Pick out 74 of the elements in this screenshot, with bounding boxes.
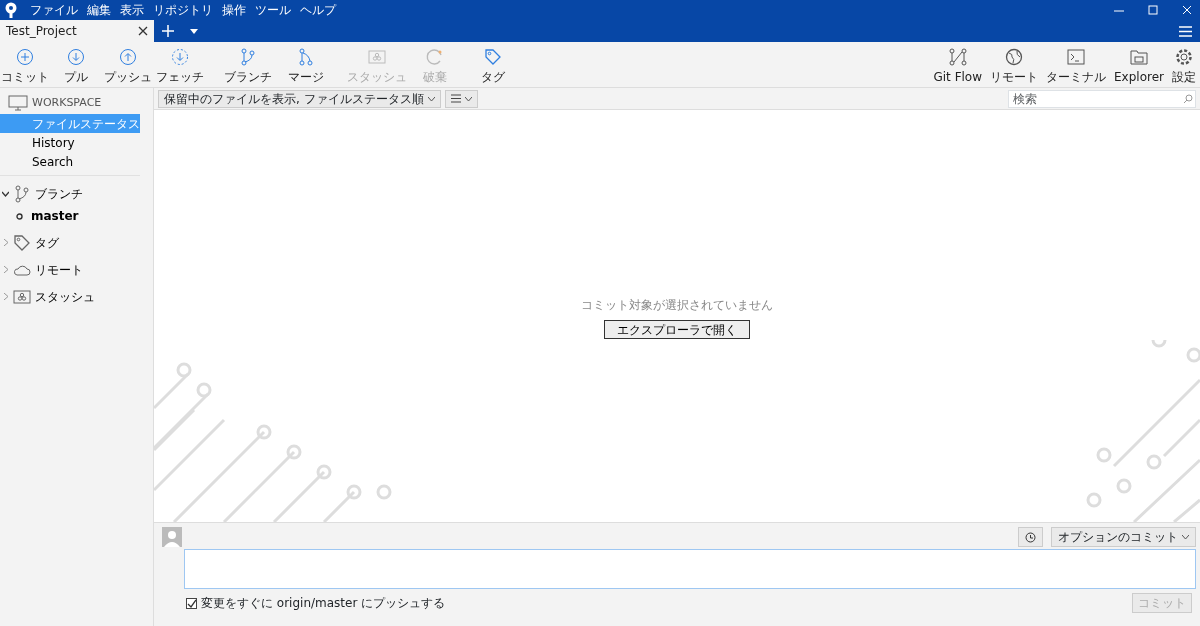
stash-icon (13, 287, 31, 306)
git-flow-icon (948, 48, 967, 66)
menu-item[interactable]: 編集 (87, 1, 111, 19)
toolbar-button[interactable]: プッシュ (102, 48, 154, 87)
toolbar-button[interactable]: マージ (277, 48, 335, 87)
monitor-icon (8, 95, 28, 111)
branch-icon (239, 48, 257, 66)
terminal-icon (1067, 48, 1086, 66)
chevron-icon (427, 96, 435, 101)
commit-message-field[interactable] (184, 549, 1196, 589)
chevron-icon (464, 96, 472, 101)
stash-icon (368, 48, 386, 66)
menu-item[interactable]: 操作 (222, 1, 246, 19)
branch-item[interactable]: master (0, 207, 79, 229)
toolbar-button[interactable]: ターミナル (1042, 48, 1111, 87)
avatar-icon (162, 527, 182, 547)
empty-message: コミット対象が選択されていません (581, 297, 773, 314)
toolbar-button[interactable]: コミット (0, 48, 50, 87)
menu-item[interactable]: ヘルプ (300, 1, 336, 19)
toolbar-button[interactable]: タグ (464, 48, 522, 87)
chevron-right-icon (2, 293, 9, 300)
menu-icon[interactable] (1179, 25, 1192, 37)
chevron-right-icon (2, 266, 9, 273)
toolbar-button[interactable]: ブランチ (219, 48, 277, 87)
refresh-icon (426, 48, 444, 66)
dashed-arrow-down-icon (171, 48, 189, 66)
menu-item[interactable]: 表示 (120, 1, 144, 19)
sidebar-item[interactable]: History (0, 133, 140, 152)
search-field[interactable]: 検索 (1008, 89, 1196, 108)
tag-icon (484, 48, 502, 66)
toolbar-button[interactable]: フェッチ (154, 48, 206, 87)
arrow-down-circle-icon (67, 48, 85, 66)
repository-tab[interactable]: Test_Project (0, 20, 154, 42)
push-label: 変更をすぐに origin/master にプッシュする (201, 595, 446, 612)
globe-icon (1005, 48, 1024, 66)
sidebar-group[interactable]: スタッシュ (0, 283, 101, 310)
open-in-explorer-button[interactable]: エクスプローラで開く (604, 320, 750, 339)
toolbar-button[interactable]: 設定 (1168, 48, 1200, 87)
clock-icon (1025, 531, 1036, 543)
sidebar-group[interactable]: リモート (0, 256, 89, 283)
list-icon (450, 94, 461, 103)
tag-icon (13, 233, 31, 252)
caret-icon[interactable] (190, 28, 198, 34)
toolbar-button[interactable]: プル (50, 48, 102, 87)
search-icon (1184, 93, 1193, 103)
ring-icon (16, 212, 23, 220)
arrow-up-circle-icon (119, 48, 137, 66)
toolbar-button[interactable]: Explorer (1110, 48, 1168, 87)
section-heading: WORKSPACE (32, 94, 102, 111)
tab-label: Test_Project (6, 23, 77, 40)
plus-circle-icon (16, 48, 34, 66)
commit-options-dropdown[interactable]: オプションのコミット (1051, 527, 1196, 547)
sidebar-item[interactable]: Search (0, 152, 140, 171)
chevron-icon (1182, 535, 1189, 539)
branch-icon (13, 184, 31, 203)
toolbar-button[interactable]: リモート (986, 48, 1043, 87)
settings-icon (1175, 48, 1193, 66)
chevron-right-icon (2, 239, 9, 246)
chevron-down-icon (2, 190, 9, 197)
close-icon[interactable] (138, 26, 148, 36)
menu-item[interactable]: ツール (255, 1, 291, 19)
menu-item[interactable]: リポジトリ (153, 1, 213, 19)
filter-dropdown[interactable]: 保留中のファイルを表示, ファイルステータス順 (158, 89, 441, 108)
folder-icon (1130, 48, 1148, 66)
view-dropdown[interactable] (444, 89, 478, 108)
merge-icon (297, 48, 315, 66)
add-tab-icon[interactable] (162, 25, 174, 37)
push-checkbox[interactable] (186, 597, 197, 609)
toolbar-button[interactable]: Git Flow (929, 48, 987, 87)
sidebar-group[interactable]: ブランチ (0, 180, 89, 207)
history-button[interactable] (1018, 527, 1043, 547)
sidebar-group[interactable]: タグ (0, 229, 65, 256)
menu-item[interactable]: ファイル (30, 1, 78, 19)
maximize-icon[interactable] (1148, 5, 1158, 15)
